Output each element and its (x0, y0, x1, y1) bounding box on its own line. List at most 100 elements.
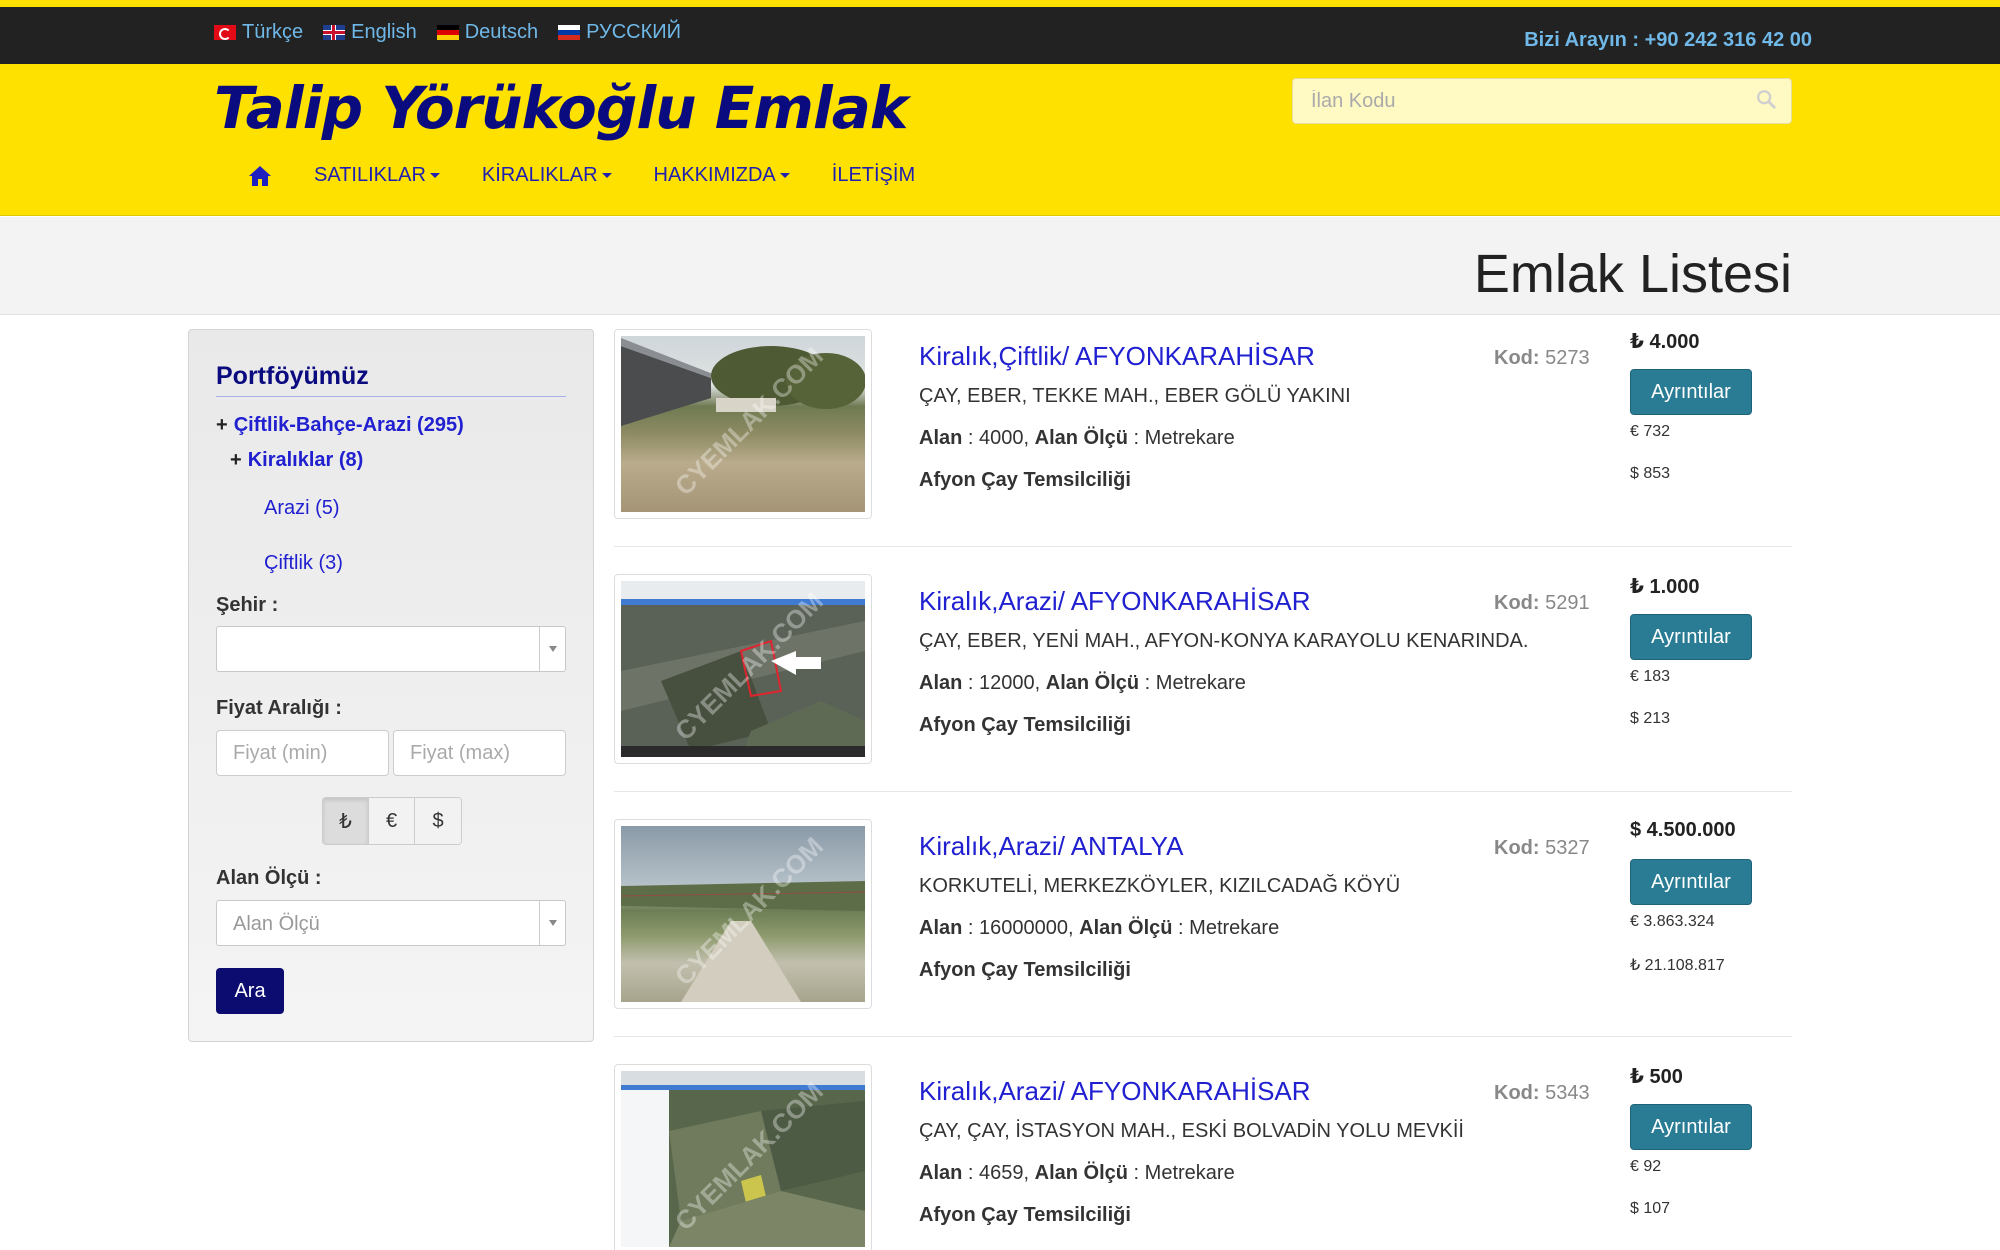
nav-label: HAKKIMIZDA (653, 164, 776, 186)
category-kiraliklar[interactable]: + Kiralıklar (8) (230, 449, 363, 472)
code-value: 5343 (1545, 1082, 1590, 1104)
listing-item: CYEMLAK.COM Kiralık,Çiftlik/ AFYONKARAHİ… (614, 329, 1792, 547)
russia-flag-icon (558, 25, 581, 40)
listing-thumbnail[interactable]: CYEMLAK.COM (614, 329, 872, 519)
caret-down-icon (601, 173, 612, 178)
listing-title[interactable]: Kiralık,Arazi/ AFYONKARAHİSAR (919, 1076, 1311, 1107)
listing-title[interactable]: Kiralık,Arazi/ ANTALYA (919, 831, 1183, 862)
category-ciftlik-bahce-arazi[interactable]: + Çiftlik-Bahçe-Arazi (295) (216, 414, 464, 437)
listing-address: KORKUTELİ, MERKEZKÖYLER, KIZILCADAĞ KÖYÜ (919, 875, 1401, 897)
area-unit-select-value: Alan Ölçü (233, 913, 320, 935)
listing-area: Alan : 12000, Alan Ölçü : Metrekare (919, 672, 1246, 694)
subcategory-arazi[interactable]: Arazi (5) (264, 497, 340, 520)
listing-price-alt: ₺ 21.108.817 (1630, 957, 1725, 974)
listing-price: ₺ 1.000 (1630, 576, 1700, 598)
search-icon[interactable] (1755, 88, 1777, 110)
nav-iletisim[interactable]: İLETİŞİM (832, 164, 915, 187)
code-value: 5291 (1545, 592, 1590, 614)
sidebar-title: Portföyümüz (216, 362, 369, 390)
home-icon[interactable] (248, 165, 272, 187)
area-label: Alan (919, 917, 963, 939)
area-label: Alan (919, 1162, 963, 1184)
listing-thumbnail[interactable]: CYEMLAK.COM (614, 574, 872, 764)
listing-address: ÇAY, EBER, TEKKE MAH., EBER GÖLÜ YAKINI (919, 385, 1351, 407)
area-value: 4659 (979, 1162, 1024, 1184)
price-range-label: Fiyat Aralığı : (216, 697, 342, 719)
listing-code: Kod: 5291 (1494, 592, 1590, 615)
language-bar: Türkçe English Deutsch РУССКИЙ Bizi Aray… (0, 7, 2000, 64)
currency-eur-button[interactable]: € (369, 798, 415, 844)
details-button[interactable]: Ayrıntılar (1630, 1104, 1752, 1150)
top-accent-stripe (0, 0, 2000, 7)
nav-hakkimizda[interactable]: HAKKIMIZDA (654, 164, 790, 187)
listing-code-search (1292, 78, 1792, 124)
nav-satiliklar[interactable]: SATILIKLAR (314, 164, 440, 187)
caret-down-icon (779, 173, 790, 178)
city-select[interactable] (216, 626, 566, 672)
price-max-input[interactable] (393, 730, 566, 776)
listing-price-alt: € 732 (1630, 423, 1671, 440)
listing-office: Afyon Çay Temsilciliği (919, 714, 1131, 736)
main-navigation: SATILIKLAR KİRALIKLAR HAKKIMIZDA İLETİŞİ… (248, 164, 915, 187)
search-button[interactable]: Ara (216, 968, 284, 1014)
area-value: 12000 (979, 672, 1035, 694)
language-label: РУССКИЙ (586, 21, 682, 43)
listing-price-alt: € 92 (1630, 1158, 1662, 1175)
details-button[interactable]: Ayrıntılar (1630, 369, 1752, 415)
phone-number[interactable]: Bizi Arayın : +90 242 316 42 00 (1524, 29, 1812, 52)
site-header: Talip Yörükoğlu Emlak SATILIKLAR KİRALIK… (0, 64, 2000, 216)
nav-kiraliklar[interactable]: KİRALIKLAR (482, 164, 612, 187)
listing-item: CYEMLAK.COM Kiralık,Arazi/ AFYONKARAHİSA… (614, 574, 1792, 792)
listing-price-alt: € 3.863.324 (1630, 913, 1715, 930)
code-value: 5273 (1545, 347, 1590, 369)
language-turkish-link[interactable]: Türkçe (214, 21, 303, 44)
language-list: Türkçe English Deutsch РУССКИЙ (214, 21, 681, 44)
details-button[interactable]: Ayrıntılar (1630, 859, 1752, 905)
subcategory-ciftlik[interactable]: Çiftlik (3) (264, 552, 343, 575)
search-input[interactable] (1293, 79, 1791, 123)
area-unit-select[interactable]: Alan Ölçü (216, 900, 566, 946)
area-label: Alan (919, 427, 963, 449)
listing-price: ₺ 4.000 (1630, 331, 1700, 353)
currency-try-button[interactable]: ₺ (323, 798, 369, 844)
listing-item: CYEMLAK.COM Kiralık,Arazi/ ANTALYA Kod: … (614, 819, 1792, 1037)
area-unit-value: Metrekare (1155, 672, 1246, 694)
listing-area: Alan : 16000000, Alan Ölçü : Metrekare (919, 917, 1280, 939)
area-label: Alan (919, 672, 963, 694)
language-german-link[interactable]: Deutsch (436, 21, 539, 44)
listing-title[interactable]: Kiralık,Arazi/ AFYONKARAHİSAR (919, 586, 1311, 617)
listing-office: Afyon Çay Temsilciliği (919, 1204, 1131, 1226)
language-english-link[interactable]: English (323, 21, 417, 44)
listing-photo: CYEMLAK.COM (621, 1071, 865, 1247)
language-label: Deutsch (464, 21, 539, 43)
listing-price: $ 4.500.000 (1630, 819, 1736, 841)
price-min-input[interactable] (216, 730, 389, 776)
site-logo[interactable]: Talip Yörükoğlu Emlak (214, 74, 908, 142)
category-label: Kiralıklar (8) (247, 449, 364, 471)
expand-plus-icon: + (230, 449, 242, 471)
listing-price-alt: $ 107 (1630, 1200, 1671, 1217)
listing-code: Kod: 5327 (1494, 837, 1590, 860)
listing-thumbnail[interactable]: CYEMLAK.COM (614, 1064, 872, 1250)
language-russian-link[interactable]: РУССКИЙ (558, 21, 681, 44)
category-label: Çiftlik-Bahçe-Arazi (295) (233, 414, 464, 436)
listing-price: ₺ 500 (1630, 1066, 1683, 1088)
listing-code: Kod: 5273 (1494, 347, 1590, 370)
language-label: Türkçe (242, 21, 304, 43)
details-button[interactable]: Ayrıntılar (1630, 614, 1752, 660)
area-value: 4000 (979, 427, 1024, 449)
currency-usd-button[interactable]: $ (415, 798, 461, 844)
uk-flag-icon (323, 25, 346, 40)
listing-address: ÇAY, ÇAY, İSTASYON MAH., ESKİ BOLVADİN Y… (919, 1120, 1464, 1142)
listing-thumbnail[interactable]: CYEMLAK.COM (614, 819, 872, 1009)
code-label: Kod: (1494, 592, 1540, 614)
code-label: Kod: (1494, 837, 1540, 859)
area-unit-value: Metrekare (1189, 917, 1280, 939)
listing-title[interactable]: Kiralık,Çiftlik/ AFYONKARAHİSAR (919, 341, 1315, 372)
listing-price-alt: $ 853 (1630, 465, 1671, 482)
listing-price-alt: € 183 (1630, 668, 1671, 685)
listing-address: ÇAY, EBER, YENİ MAH., AFYON-KONYA KARAYO… (919, 630, 1529, 652)
listing-photo: CYEMLAK.COM (621, 826, 865, 1002)
listing-price-alt: $ 213 (1630, 710, 1671, 727)
caret-down-icon (429, 173, 440, 178)
